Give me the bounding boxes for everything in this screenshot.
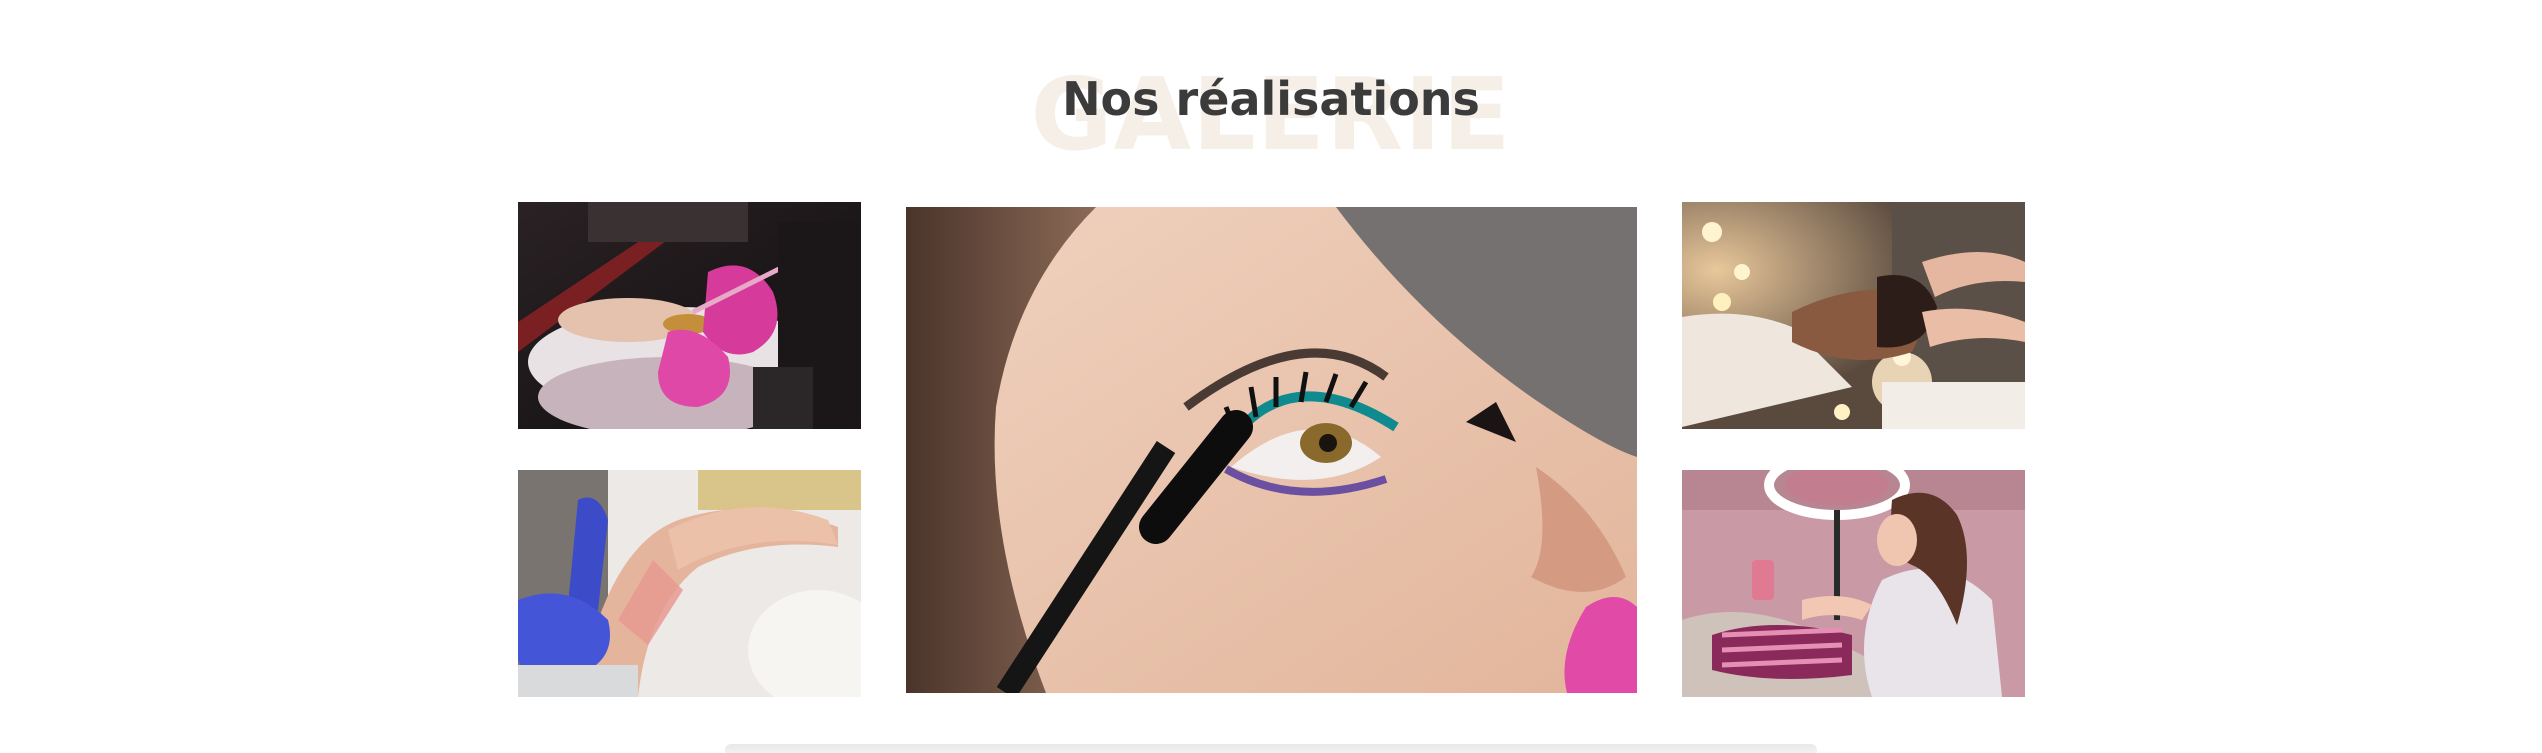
gallery-section: GALERIE Nos réalisations — [0, 0, 2542, 753]
section-title: Nos réalisations — [1062, 72, 1480, 126]
gallery-image-mascara[interactable] — [906, 207, 1637, 693]
gallery-image-waxing[interactable] — [518, 470, 861, 697]
manicure-photo — [518, 202, 861, 429]
gallery-heading: GALERIE Nos réalisations — [0, 58, 2542, 170]
next-section-edge — [725, 744, 1817, 753]
gallery-image-manicure[interactable] — [518, 202, 861, 429]
waxing-photo — [518, 470, 861, 697]
gallery-image-salon[interactable] — [1682, 470, 2025, 697]
salon-photo — [1682, 470, 2025, 697]
massage-photo — [1682, 202, 2025, 429]
mascara-photo — [906, 207, 1637, 693]
gallery-image-massage[interactable] — [1682, 202, 2025, 429]
